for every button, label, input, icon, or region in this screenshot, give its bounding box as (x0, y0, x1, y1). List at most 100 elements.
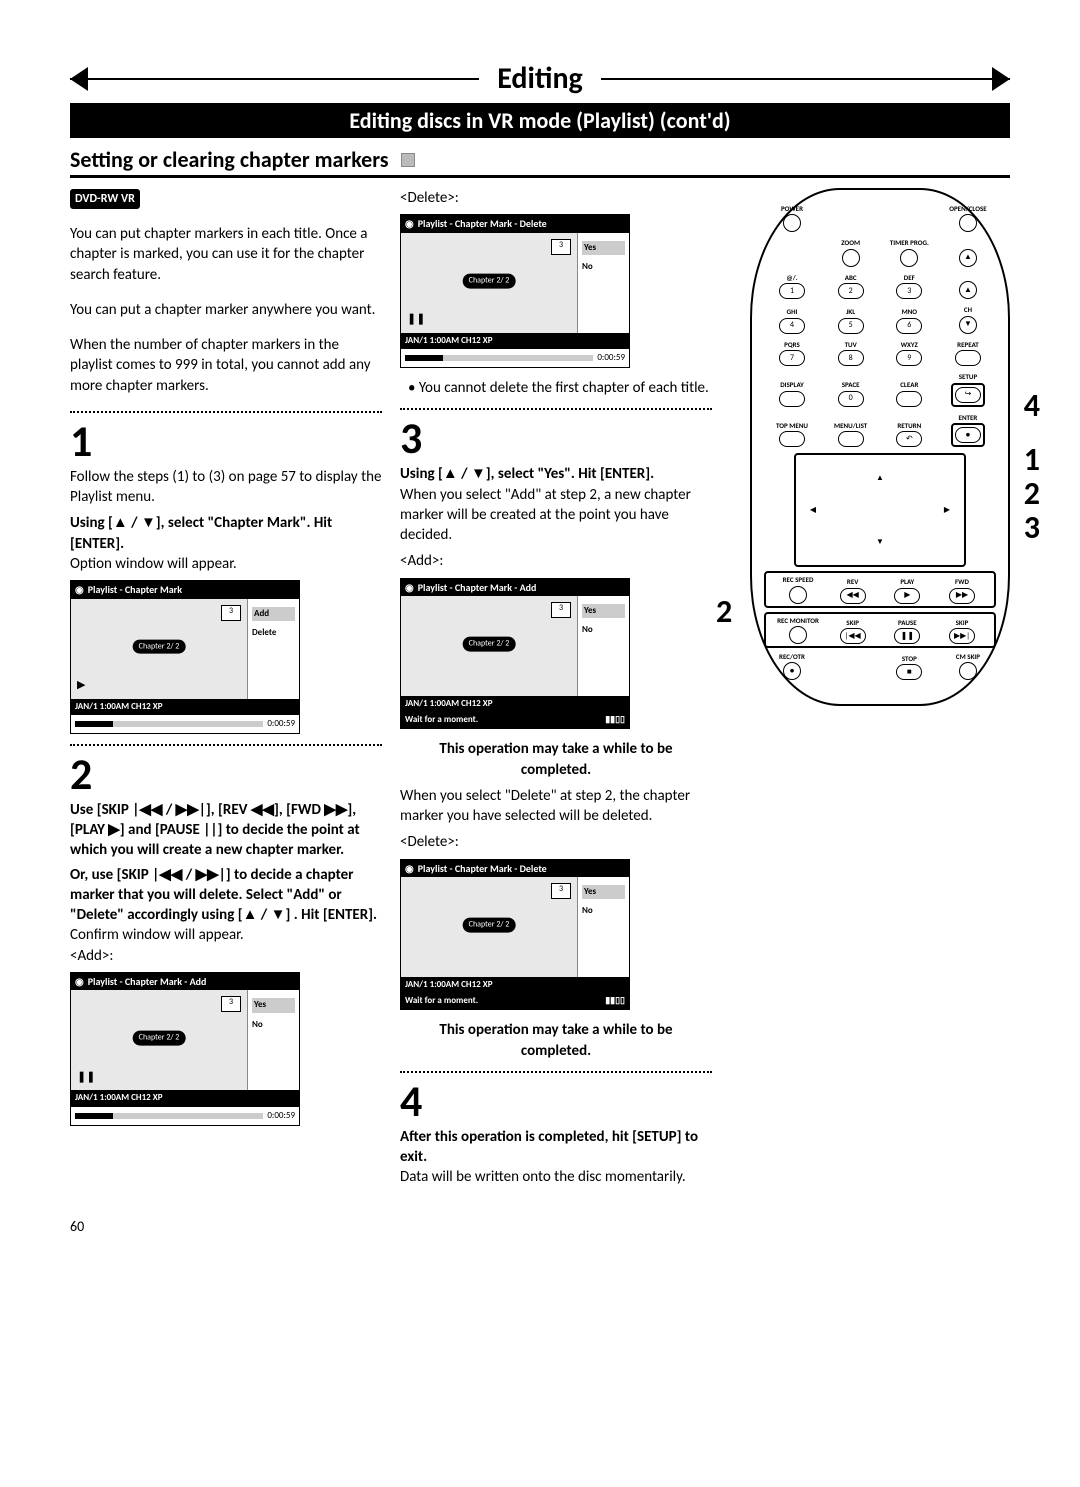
step2-instr1: Use [SKIP |◀◀ / ▶▶|], [REV ◀◀], [FWD ▶▶]… (70, 800, 382, 861)
down-arrow-button: ▼ (871, 533, 889, 551)
document-icon (401, 153, 415, 167)
display-button (779, 391, 805, 407)
repeat-button (955, 350, 981, 366)
stop-button: ■ (896, 664, 922, 680)
step1-instruction: Using [▲ / ▼], select "Chapter Mark". Hi… (70, 513, 382, 554)
osd-chapter-mark: ◉Playlist - Chapter Mark 3 Chapter 2/ 2 … (70, 580, 300, 734)
section-heading: Setting or clearing chapter markers (70, 146, 1010, 178)
topmenu-button (779, 431, 805, 447)
step1-lead: Follow the steps (1) to (3) on page 57 t… (70, 467, 382, 508)
step-1-number: 1 (70, 419, 382, 463)
option-delete: Delete (252, 627, 295, 639)
chapter-pill: Chapter 2/ 2 (133, 639, 186, 654)
disc-icon: ◉ (405, 581, 414, 595)
step-4-number: 4 (400, 1079, 712, 1123)
rev-button: ◀◀ (840, 588, 866, 604)
sub-banner: Editing discs in VR mode (Playlist) (con… (70, 103, 1010, 138)
play-icon: ▶ (77, 678, 85, 693)
add-label: <Add>: (400, 551, 712, 571)
right-arrow-button: ▶ (938, 501, 956, 519)
step2-result: Confirm window will appear. (70, 925, 382, 945)
wait-message: Wait for a moment. (405, 714, 478, 726)
dvdrw-badge: DVD-RW VR (70, 189, 140, 209)
section-heading-text: Setting or clearing chapter markers (70, 146, 389, 173)
num-2-button: 2 (838, 283, 864, 299)
delete-label: <Delete>: (400, 832, 712, 852)
intro-p1: You can put chapter markers in each titl… (70, 224, 382, 285)
step3-instruction: Using [▲ / ▼], select "Yes". Hit [ENTER]… (400, 464, 712, 484)
menulist-button (838, 431, 864, 447)
osd-add-wait: ◉Playlist - Chapter Mark - Add 3 Chapter… (400, 578, 630, 730)
pause-icon: ❚❚ (407, 312, 425, 327)
osd-delete-confirm: ◉Playlist - Chapter Mark - Delete 3 Chap… (400, 214, 630, 368)
num-5-button: 5 (838, 318, 864, 334)
cmskip-button (959, 662, 977, 680)
column-3-remote: POWER OPEN/CLOSE ZOOM TIMER PROG. ▲ @/.1… (730, 188, 1010, 706)
step-3-number: 3 (400, 416, 712, 460)
num-8-button: 8 (838, 350, 864, 366)
transport-row2-highlight: REC MONITOR SKIP|◀◀ PAUSE❚❚ SKIP▶▶| (764, 612, 996, 648)
column-1: DVD-RW VR You can put chapter markers in… (70, 188, 382, 1136)
recspeed-button (789, 586, 807, 604)
ch-up-button: ▲ (959, 281, 977, 299)
transport-row1-highlight: REC SPEED REV◀◀ PLAY▶ FWD▶▶ (764, 571, 996, 607)
step2-instr2: Or, use [SKIP |◀◀ / ▶▶|] to decide a cha… (70, 865, 382, 926)
step4-result: Data will be written onto the disc momen… (400, 1167, 712, 1187)
power-button (783, 214, 801, 232)
step3-del-desc: When you select "Delete" at step 2, the … (400, 786, 712, 827)
osd-add-confirm: ◉Playlist - Chapter Mark - Add 3 Chapter… (70, 972, 300, 1126)
skip-fwd-button: ▶▶| (949, 628, 975, 644)
zoom-button (842, 249, 860, 267)
callout-4: 4 (1024, 384, 1040, 427)
step4-instruction: After this operation is completed, hit [… (400, 1127, 712, 1168)
step2-note: • You cannot delete the first chapter of… (408, 378, 712, 398)
setup-button: ↪ (955, 387, 981, 403)
page-title-banner: Editing (70, 60, 1010, 97)
disc-icon: ◉ (75, 975, 84, 989)
clear-button (896, 391, 922, 407)
step-2-number: 2 (70, 752, 382, 796)
page-title: Editing (479, 60, 601, 97)
wait-note-2: This operation may take a while to be co… (404, 1020, 708, 1061)
num-6-button: 6 (896, 318, 922, 334)
add-label: <Add>: (70, 946, 382, 966)
remote-control-diagram: POWER OPEN/CLOSE ZOOM TIMER PROG. ▲ @/.1… (750, 188, 1010, 706)
ch-down-button: ▼ (959, 316, 977, 334)
num-3-button: 3 (896, 283, 922, 299)
intro-p3: When the number of chapter markers in th… (70, 335, 382, 396)
option-no: No (252, 1019, 295, 1031)
num-7-button: 7 (779, 350, 805, 366)
setup-highlight: ↪ (951, 383, 985, 407)
pause-icon: ❚❚ (77, 1070, 95, 1085)
disc-icon: ◉ (75, 583, 84, 597)
fwd-button: ▶▶ (949, 588, 975, 604)
num-1-button: 1 (779, 283, 805, 299)
play-button: ▶ (894, 588, 920, 604)
progress-bars-icon: ▮▮▯▯ (605, 995, 625, 1007)
progress-bars-icon: ▮▮▯▯ (605, 714, 625, 726)
delete-label: <Delete>: (400, 188, 712, 208)
step3-add-desc: When you select "Add" at step 2, a new c… (400, 485, 712, 546)
return-button: ↶ (896, 431, 922, 447)
option-yes: Yes (252, 998, 295, 1012)
pause-button: ❚❚ (894, 628, 920, 644)
enter-highlight: ● (951, 423, 985, 447)
step1-result: Option window will appear. (70, 554, 382, 574)
recotr-button: ● (783, 662, 801, 680)
num-0-button: 0 (838, 391, 864, 407)
intro-p2: You can put a chapter marker anywhere yo… (70, 300, 382, 320)
timer-prog-button (900, 249, 918, 267)
osd-time: 0:00:59 (267, 718, 295, 730)
recmonitor-button (789, 626, 807, 644)
left-arrow-button: ◀ (804, 501, 822, 519)
disc-icon: ◉ (405, 217, 414, 231)
skip-back-button: |◀◀ (840, 628, 866, 644)
callout-3: 3 (1024, 506, 1040, 549)
page-number: 60 (70, 1218, 1010, 1235)
up-arrow-button: ▲ (871, 469, 889, 487)
column-2: <Delete>: ◉Playlist - Chapter Mark - Del… (400, 188, 712, 1188)
num-9-button: 9 (896, 350, 922, 366)
wait-note-1: This operation may take a while to be co… (404, 739, 708, 780)
osd-footer: JAN/1 1:00AM CH12 XP (71, 699, 299, 715)
osd-delete-wait: ◉Playlist - Chapter Mark - Delete 3 Chap… (400, 859, 630, 1011)
